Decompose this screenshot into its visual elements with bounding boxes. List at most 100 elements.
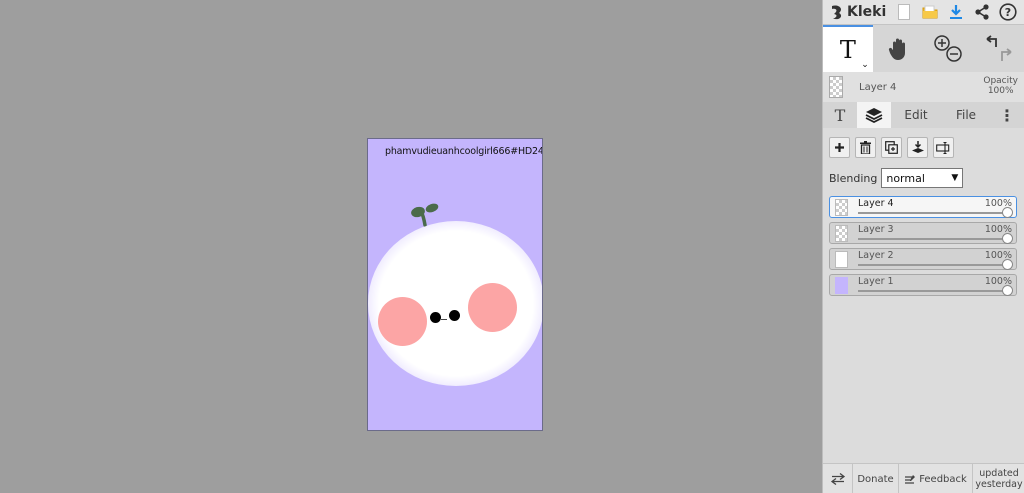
current-layer-info: Layer 4 Opacity 100% [823, 72, 1024, 102]
updated-info[interactable]: updated yesterday [973, 464, 1024, 493]
chevron-down-icon: ▼ [951, 173, 959, 183]
donate-button[interactable]: Donate [853, 464, 899, 493]
layer-actions [829, 137, 1019, 158]
layer-name: Layer 2 [858, 250, 894, 261]
hand-tool-button[interactable] [873, 25, 925, 73]
layer-name: Layer 3 [858, 224, 894, 235]
feedback-icon [905, 474, 916, 484]
left-cheek [378, 297, 427, 346]
left-eye [430, 312, 441, 323]
download-icon [950, 5, 962, 19]
layer-thumbnail [835, 225, 848, 242]
layer-item-1[interactable]: Layer 1 100% [829, 274, 1017, 296]
tab-edit[interactable]: Edit [891, 102, 941, 128]
delete-layer-button[interactable] [855, 137, 876, 158]
layer-opacity-handle[interactable] [1002, 285, 1013, 296]
layer-name: Layer 4 [858, 198, 894, 209]
tool-row: T ⌄ [823, 24, 1024, 73]
text-tool-button[interactable]: T ⌄ [823, 25, 873, 73]
sidebar: Kleki ? T ⌄ Layer 4 Opacity 100% T Edit … [822, 0, 1024, 493]
layer-thumbnail [835, 251, 848, 268]
open-folder-icon [922, 5, 938, 19]
layer-opacity-handle[interactable] [1002, 259, 1013, 270]
mouth [441, 319, 447, 320]
blending-value: normal [886, 171, 925, 185]
help-icon: ? [999, 3, 1017, 21]
tab-layers[interactable] [857, 102, 891, 128]
layers-icon [865, 108, 883, 123]
layer-opacity-handle[interactable] [1002, 207, 1013, 218]
tab-edit-label: Edit [904, 108, 928, 122]
new-file-icon [898, 4, 910, 20]
updated-line2: yesterday [975, 479, 1023, 490]
layers-panel: Blending normal ▼ Layer 4 100% Layer 3 1… [823, 129, 1024, 463]
tab-file-label: File [955, 108, 977, 122]
panel-tabs: T Edit File ⋮ [823, 102, 1024, 128]
app-name: Kleki [847, 4, 887, 20]
blending-label: Blending [829, 171, 878, 185]
rename-icon [936, 141, 950, 154]
duplicate-layer-button[interactable] [881, 137, 902, 158]
help-button[interactable]: ? [995, 0, 1021, 24]
canvas-workspace[interactable]: phamvudieuanhcoolgirl666#HD247 [0, 0, 822, 493]
zoom-in-out-icon [934, 35, 963, 62]
swap-sides-button[interactable] [823, 464, 853, 493]
layer-item-3[interactable]: Layer 3 100% [829, 222, 1017, 244]
layer-opacity-slider[interactable] [858, 264, 1006, 266]
chevron-down-icon: ⌄ [861, 60, 869, 70]
undo-redo-icon [986, 35, 1012, 61]
layer-thumbnail [835, 277, 848, 294]
more-vertical-icon: ⋮ [999, 105, 1015, 125]
opacity-readout[interactable]: Opacity 100% [983, 76, 1018, 96]
swap-arrows-icon [830, 473, 845, 485]
download-button[interactable] [943, 0, 969, 24]
tab-text[interactable]: T [823, 102, 857, 128]
hand-icon [888, 38, 905, 60]
blending-row: Blending normal ▼ [829, 168, 1019, 188]
duplicate-icon [885, 141, 898, 154]
new-file-button[interactable] [891, 0, 917, 24]
trash-icon [860, 141, 871, 154]
artwork-text: phamvudieuanhcoolgirl666#HD247 [385, 146, 543, 157]
right-eye [449, 310, 460, 321]
undo-redo-button[interactable] [974, 25, 1024, 73]
current-layer-name: Layer 4 [859, 81, 897, 93]
current-layer-thumbnail [829, 76, 843, 98]
plus-icon [835, 143, 844, 152]
updated-line1: updated [979, 468, 1019, 479]
add-layer-button[interactable] [829, 137, 850, 158]
layer-name: Layer 1 [858, 276, 894, 287]
text-tool-glyph: T [839, 36, 856, 64]
artboard[interactable]: phamvudieuanhcoolgirl666#HD247 [367, 138, 543, 431]
layer-thumbnail [835, 199, 848, 216]
zoom-tool-button[interactable] [925, 25, 975, 73]
svg-text:?: ? [1005, 6, 1011, 19]
tab-text-label: T [834, 105, 846, 125]
layer-item-4[interactable]: Layer 4 100% [829, 196, 1017, 218]
share-icon [975, 4, 989, 20]
footer-bar: Donate Feedback updated yesterday [823, 463, 1024, 493]
layer-list: Layer 4 100% Layer 3 100% Layer 2 100% L… [829, 196, 1019, 296]
layer-opacity-slider[interactable] [858, 212, 1006, 214]
layer-opacity-slider[interactable] [858, 238, 1006, 240]
opacity-value: 100% [987, 86, 1014, 96]
donate-label: Donate [857, 473, 894, 485]
merge-down-button[interactable] [907, 137, 928, 158]
top-bar: Kleki ? [823, 0, 1024, 24]
right-cheek [468, 283, 517, 332]
kleki-logo-icon [832, 5, 842, 20]
blending-select[interactable]: normal ▼ [881, 168, 964, 188]
share-button[interactable] [969, 0, 995, 24]
merge-down-icon [911, 141, 924, 153]
layer-opacity-handle[interactable] [1002, 233, 1013, 244]
app-logo[interactable]: Kleki [829, 3, 891, 21]
opacity-label: Opacity [983, 76, 1018, 86]
feedback-button[interactable]: Feedback [899, 464, 973, 493]
more-menu-button[interactable]: ⋮ [991, 102, 1023, 128]
open-file-button[interactable] [917, 0, 943, 24]
feedback-label: Feedback [919, 473, 967, 485]
tab-file[interactable]: File [941, 102, 991, 128]
layer-item-2[interactable]: Layer 2 100% [829, 248, 1017, 270]
rename-layer-button[interactable] [933, 137, 954, 158]
layer-opacity-slider[interactable] [858, 290, 1006, 292]
